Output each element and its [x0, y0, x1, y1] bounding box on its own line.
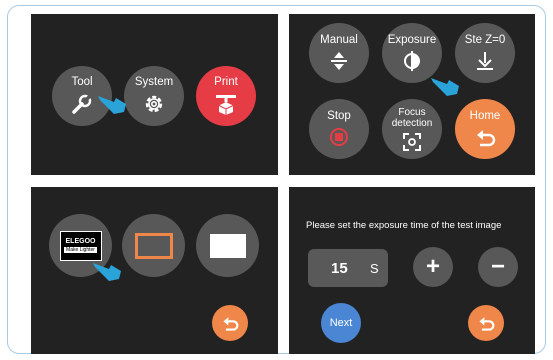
set-z-label: Ste Z=0 [464, 34, 506, 46]
set-z-zero-button[interactable]: Ste Z=0 [455, 23, 515, 83]
system-button[interactable]: System [124, 66, 184, 126]
focus-icon [403, 132, 421, 151]
up-down-arrows-icon [331, 52, 347, 70]
stop-button[interactable]: Stop [309, 99, 369, 159]
home-button[interactable]: Home [455, 99, 515, 159]
exposure-unit: S [370, 260, 379, 276]
exposure-pattern-panel: ELEGOO Make Lighter [31, 187, 278, 354]
system-label: System [134, 76, 174, 88]
solid-pattern-button[interactable] [196, 214, 259, 277]
hand-pointer-icon [431, 78, 459, 96]
exposure-value: 15 [331, 259, 348, 277]
exposure-time-field[interactable]: 15 S [308, 249, 388, 287]
download-arrow-icon [477, 52, 493, 70]
minus-icon: − [490, 253, 505, 280]
decrease-button[interactable]: − [478, 247, 518, 287]
back-button[interactable] [212, 305, 248, 341]
elegoo-logo-image: ELEGOO Make Lighter [59, 230, 102, 261]
stop-label: Stop [327, 110, 351, 122]
hand-pointer-icon [93, 263, 121, 281]
orange-frame-icon [134, 232, 173, 259]
focus-detection-button[interactable]: Focus detection [382, 99, 442, 159]
exposure-prompt: Please set the exposure time of the test… [306, 220, 502, 231]
plus-icon: + [425, 253, 440, 280]
stop-icon [330, 128, 348, 146]
logo-subtext: Make Lighter [64, 247, 97, 253]
main-menu-panel: Tool System Print [31, 14, 278, 175]
gear-icon [145, 95, 163, 113]
back-button[interactable] [468, 305, 504, 341]
manual-button[interactable]: Manual [309, 23, 369, 83]
wrench-icon [72, 94, 92, 114]
tool-menu-panel: Manual Exposure Ste Z=0 Stop Focus detec… [289, 14, 535, 175]
white-rectangle-icon [209, 233, 246, 258]
print-label: Print [214, 76, 238, 88]
next-button[interactable]: Next [321, 303, 361, 343]
focus-label-line2: detection [391, 117, 433, 129]
hand-pointer-icon [98, 96, 126, 114]
exposure-label: Exposure [387, 34, 437, 46]
return-icon [477, 130, 496, 147]
print-icon [216, 95, 236, 115]
increase-button[interactable]: + [413, 247, 453, 287]
outline-pattern-button[interactable] [122, 214, 185, 277]
exposure-time-panel: Please set the exposure time of the test… [289, 187, 535, 354]
home-label: Home [469, 110, 501, 122]
print-button[interactable]: Print [196, 66, 256, 126]
return-icon [479, 317, 495, 331]
return-icon [223, 317, 239, 331]
exposure-icon [404, 51, 420, 71]
focus-label-line1: Focus [398, 106, 426, 118]
next-label: Next [329, 317, 353, 329]
manual-label: Manual [320, 34, 358, 46]
tool-label: Tool [71, 76, 93, 88]
logo-text: ELEGOO [65, 238, 96, 245]
